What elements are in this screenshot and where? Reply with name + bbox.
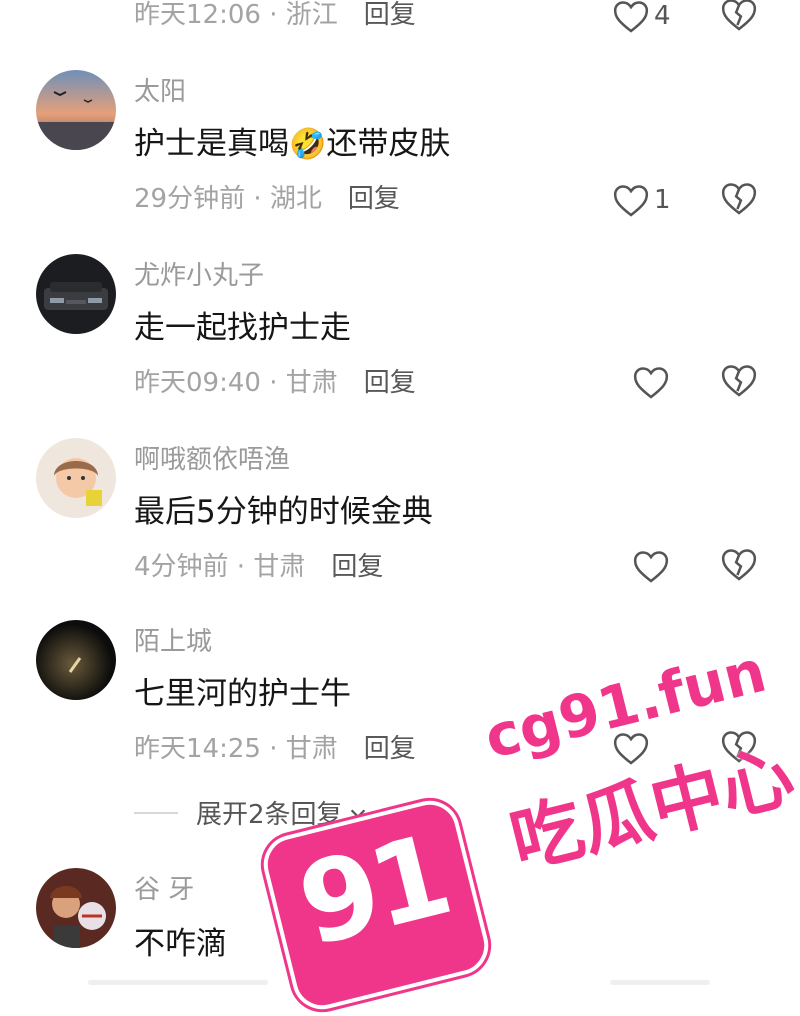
avatar[interactable]: [36, 438, 116, 518]
broken-heart-icon: [721, 549, 757, 581]
like-button[interactable]: [632, 546, 712, 586]
reply-button[interactable]: 回复: [364, 0, 416, 30]
dislike-button[interactable]: [720, 362, 760, 402]
comment-time: 昨天12:06: [134, 0, 261, 30]
heart-outline-icon: [633, 551, 669, 583]
comment-username[interactable]: 太阳: [134, 76, 186, 108]
comment-region: 湖北: [269, 184, 322, 214]
comment-time: 昨天09:40: [134, 368, 261, 398]
dislike-button[interactable]: [720, 546, 760, 586]
avatar[interactable]: [36, 868, 116, 948]
like-count: 4: [654, 1, 671, 31]
laughing-emoji: 🤣: [289, 127, 327, 162]
comment-meta: 29分钟前 · 湖北 回复: [134, 184, 400, 214]
comment-time: 昨天14:25: [134, 734, 261, 764]
like-button[interactable]: [632, 362, 712, 402]
like-button[interactable]: 4: [612, 0, 692, 36]
comment-text: 走一起找护士走: [134, 310, 351, 346]
comment-region: 浙江: [285, 0, 338, 30]
divider: [134, 811, 178, 814]
comment-time: 29分钟前: [134, 184, 246, 214]
like-count: 1: [654, 185, 671, 215]
comment-time: 4分钟前: [134, 552, 229, 582]
watermark-number: 91: [287, 810, 459, 972]
avatar[interactable]: [36, 70, 116, 150]
comment-region: 甘肃: [253, 552, 306, 582]
comment-username[interactable]: 谷 牙: [134, 874, 194, 906]
comment-text: 不咋滴: [134, 926, 227, 962]
comment-meta: 昨天09:40 · 甘肃 回复: [134, 368, 416, 398]
reply-button[interactable]: 回复: [364, 368, 416, 398]
avatar[interactable]: [36, 254, 116, 334]
reply-button[interactable]: 回复: [364, 734, 416, 764]
comment-region: 甘肃: [285, 734, 338, 764]
heart-outline-icon: [633, 367, 669, 399]
heart-outline-icon: [613, 185, 649, 217]
dislike-button[interactable]: [720, 0, 760, 36]
comment-meta: 昨天14:25 · 甘肃 回复: [134, 734, 416, 764]
heart-outline-icon: [613, 1, 649, 33]
comment-text: 护士是真喝🤣还带皮肤: [134, 126, 451, 162]
comment-username[interactable]: 尤炸小丸子: [134, 260, 264, 292]
avatar[interactable]: [36, 620, 116, 700]
expand-replies-label: 展开2条回复: [196, 800, 343, 830]
comment-meta: 4分钟前 · 甘肃 回复: [134, 552, 384, 582]
broken-heart-icon: [721, 365, 757, 397]
comment-username[interactable]: 啊哦额依唔渔: [134, 444, 290, 476]
divider: [88, 980, 268, 985]
like-button[interactable]: 1: [612, 180, 692, 220]
divider: [610, 980, 710, 985]
reply-button[interactable]: 回复: [348, 184, 400, 214]
broken-heart-icon: [721, 183, 757, 215]
comment-region: 甘肃: [285, 368, 338, 398]
comment-username[interactable]: 陌上城: [134, 626, 212, 658]
comment-meta: 昨天12:06 · 浙江 回复: [134, 0, 416, 30]
broken-heart-icon: [721, 0, 757, 31]
comment-text: 最后5分钟的时候金典: [134, 494, 433, 530]
comment-text: 七里河的护士牛: [134, 676, 351, 712]
reply-button[interactable]: 回复: [331, 552, 383, 582]
dislike-button[interactable]: [720, 180, 760, 220]
